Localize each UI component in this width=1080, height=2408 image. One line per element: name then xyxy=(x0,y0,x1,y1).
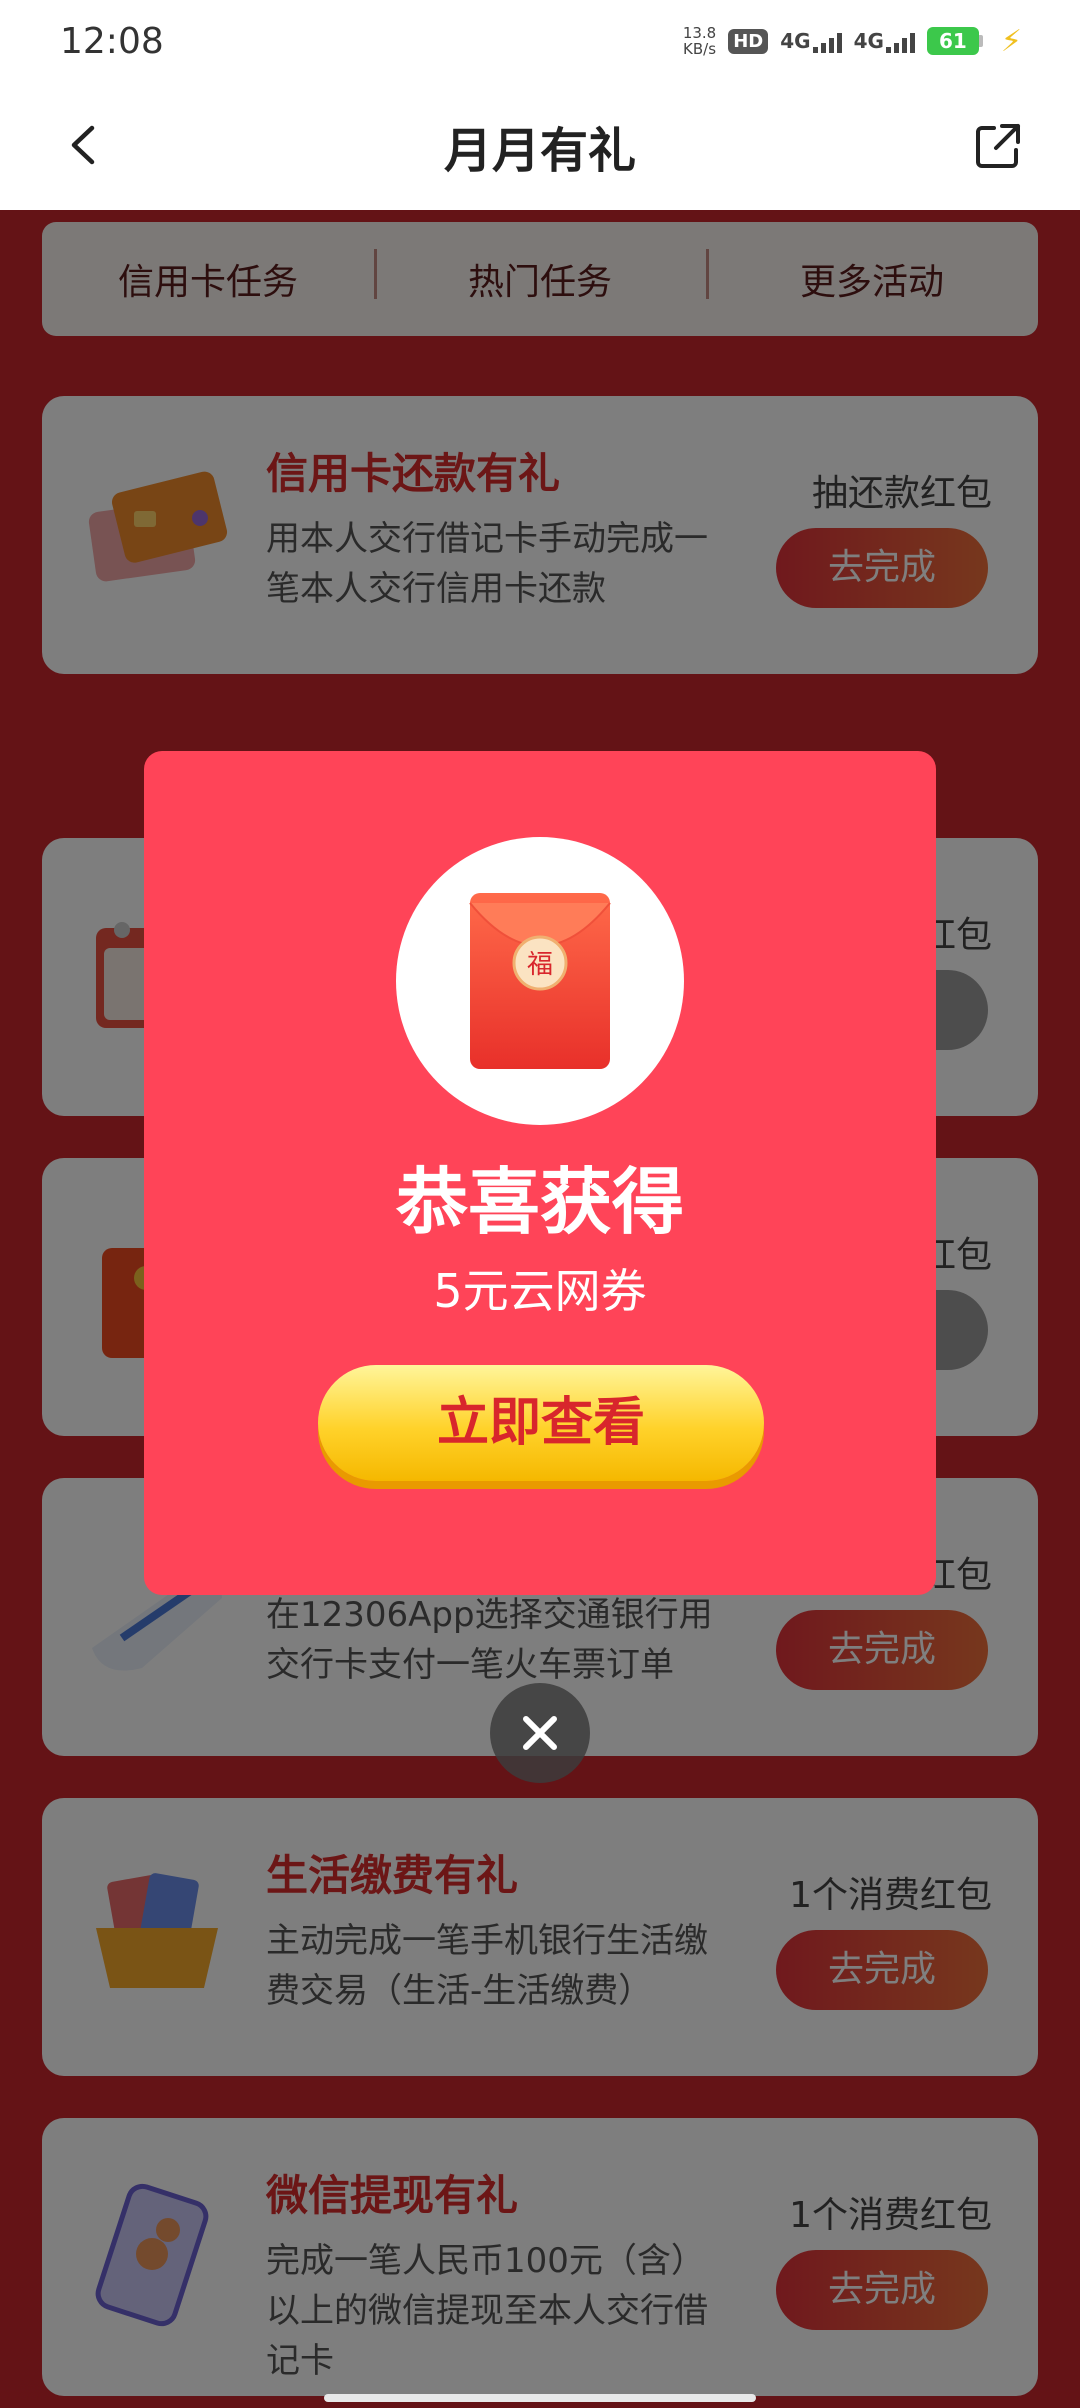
network-speed: 13.8 KB/s xyxy=(682,24,717,58)
close-icon xyxy=(523,1716,557,1750)
battery-icon: 61 xyxy=(926,27,983,55)
hd-icon: HD xyxy=(728,28,769,54)
home-indicator[interactable] xyxy=(324,2394,756,2402)
view-now-button[interactable]: 立即查看 xyxy=(318,1365,764,1481)
status-time: 12:08 xyxy=(60,20,164,62)
nav-header: 月月有礼 xyxy=(0,82,1080,210)
envelope-char: 福 xyxy=(527,950,553,980)
reward-icon-circle: 福 xyxy=(396,837,684,1125)
reward-modal: 福 恭喜获得 5元云网券 立即查看 xyxy=(144,751,936,1595)
signal-icon-1: 4G xyxy=(780,29,842,53)
reward-name: 5元云网券 xyxy=(433,1264,647,1318)
status-icons: 13.8 KB/s HD 4G 4G 61 ⚡ xyxy=(683,24,1022,59)
back-icon[interactable] xyxy=(60,120,110,170)
charging-icon: ⚡ xyxy=(1000,23,1022,59)
page-title: 月月有礼 xyxy=(443,123,636,179)
signal-icon-2: 4G xyxy=(854,29,915,53)
share-icon[interactable] xyxy=(972,120,1024,172)
red-envelope-icon: 福 xyxy=(469,893,611,1069)
close-modal-button[interactable] xyxy=(490,1683,590,1783)
modal-title: 恭喜获得 xyxy=(395,1160,684,1244)
status-bar: 12:08 13.8 KB/s HD 4G 4G 61 ⚡ xyxy=(0,0,1080,82)
